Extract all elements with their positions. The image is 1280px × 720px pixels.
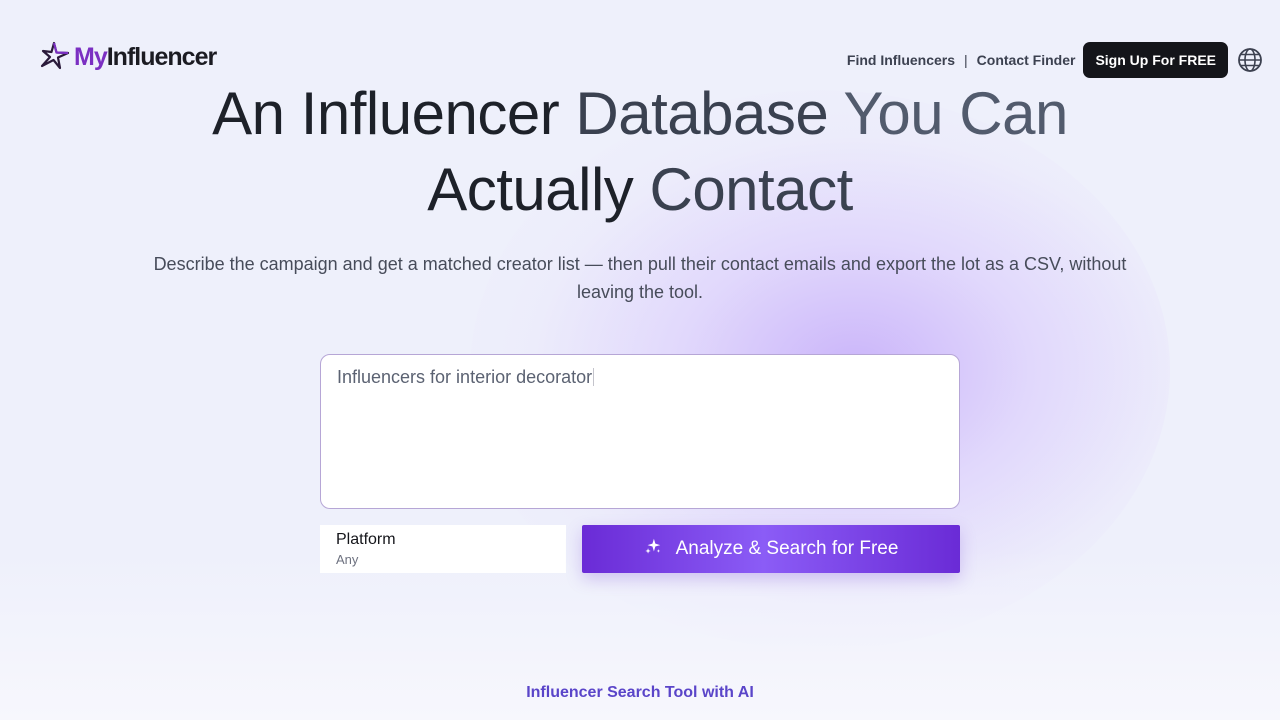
logo-text: MyInfluencer <box>74 42 217 72</box>
nav-find-influencers[interactable]: Find Influencers <box>847 52 955 68</box>
text-caret <box>593 368 595 386</box>
search-query-input[interactable]: Influencers for interior decorator <box>320 354 960 509</box>
logo-text-influencer: Influencer <box>106 42 217 71</box>
platform-select[interactable]: Platform Any <box>320 525 566 573</box>
top-nav: Find Influencers | Contact Finder Sign U… <box>847 42 1264 78</box>
analyze-search-button[interactable]: Analyze & Search for Free <box>582 525 960 573</box>
hero-title-part1: An Influencer <box>212 80 560 147</box>
analyze-search-label: Analyze & Search for Free <box>675 538 899 559</box>
hero-subtitle: Describe the campaign and get a matched … <box>153 254 1127 302</box>
platform-label: Platform <box>336 531 396 548</box>
hero-title-part5: Contact <box>649 156 853 223</box>
logo-text-my: My <box>74 42 108 71</box>
nav-separator: | <box>964 52 968 68</box>
star-logo-icon <box>40 40 70 75</box>
footer-tagline: Influencer Search Tool with AI <box>526 684 754 701</box>
hero-title-part2: Database <box>575 80 829 147</box>
logo[interactable]: MyInfluencer <box>40 40 217 75</box>
nav-contact-finder[interactable]: Contact Finder <box>977 52 1076 68</box>
globe-icon[interactable] <box>1236 46 1264 74</box>
hero-title-part4: Actually <box>427 156 634 223</box>
search-query-text: Influencers for interior decorator <box>337 367 593 387</box>
hero-title: An Influencer Database You Can Actually … <box>0 76 1280 228</box>
platform-value: Any <box>336 552 359 567</box>
signup-button[interactable]: Sign Up For FREE <box>1083 42 1228 78</box>
sparkles-icon <box>644 537 662 561</box>
hero-title-part3: You Can <box>843 80 1068 147</box>
